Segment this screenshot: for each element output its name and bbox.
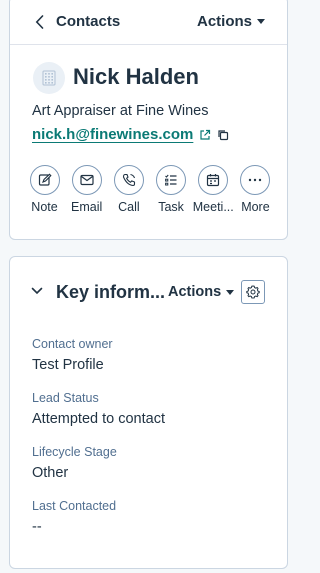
lifecycle-stage-value[interactable]: Other — [32, 465, 68, 481]
more-button[interactable]: More — [235, 165, 276, 214]
call-button[interactable]: Call — [108, 165, 149, 214]
more-icon — [240, 165, 271, 195]
task-icon — [156, 165, 187, 195]
key-information-card: Key inform... Actions Contact owner Test… — [9, 256, 288, 569]
note-icon — [29, 165, 60, 195]
caret-down-icon — [257, 19, 265, 24]
email-label: Email — [71, 200, 103, 214]
actions-dropdown[interactable]: Actions — [197, 13, 265, 30]
note-button[interactable]: Note — [24, 165, 65, 214]
call-label: Call — [118, 200, 140, 214]
key-info-actions-label: Actions — [168, 284, 222, 300]
lead-status-value[interactable]: Attempted to contact — [32, 411, 165, 427]
meeting-label: Meeti... — [192, 200, 234, 214]
last-contacted-value: -- — [32, 519, 42, 535]
key-info-actions-dropdown[interactable]: Actions — [168, 284, 235, 300]
email-icon — [71, 165, 102, 195]
back-button[interactable] — [30, 12, 48, 32]
task-label: Task — [158, 200, 184, 214]
last-contacted-label: Last Contacted — [32, 499, 117, 513]
email-link[interactable]: nick.h@finewines.com — [32, 126, 193, 143]
lifecycle-stage-label: Lifecycle Stage — [32, 445, 117, 459]
external-link-icon[interactable] — [199, 129, 211, 141]
contact-name: Nick Halden — [73, 64, 199, 89]
gear-icon — [246, 285, 260, 299]
job-title: Art Appraiser at Fine Wines — [32, 103, 209, 119]
section-title[interactable]: Key inform... — [56, 282, 165, 303]
email-button[interactable]: Email — [66, 165, 107, 214]
avatar — [33, 62, 65, 94]
actions-label: Actions — [196, 13, 252, 30]
building-icon — [42, 70, 56, 86]
settings-button[interactable] — [241, 280, 265, 304]
copy-icon[interactable] — [217, 129, 229, 141]
quick-actions: Note Email Call Task Meeti... More — [24, 165, 276, 214]
note-label: Note — [31, 200, 58, 214]
contact-card: Contacts Actions Nick Halden Art Apprais… — [9, 0, 288, 240]
chevron-down-icon — [31, 287, 43, 295]
page-title: Contacts — [56, 13, 121, 30]
email-row: nick.h@finewines.com — [32, 126, 229, 143]
chevron-left-icon — [35, 15, 43, 29]
meeting-button[interactable]: Meeti... — [193, 165, 234, 214]
call-icon — [113, 165, 144, 195]
collapse-toggle[interactable] — [29, 283, 45, 299]
contact-header: Contacts Actions — [10, 1, 287, 45]
caret-down-icon — [226, 289, 235, 295]
task-button[interactable]: Task — [151, 165, 192, 214]
lead-status-label: Lead Status — [32, 391, 99, 405]
meeting-icon — [198, 165, 229, 195]
contact-owner-label: Contact owner — [32, 337, 113, 351]
more-label: More — [241, 200, 270, 214]
contact-owner-value[interactable]: Test Profile — [32, 357, 104, 373]
